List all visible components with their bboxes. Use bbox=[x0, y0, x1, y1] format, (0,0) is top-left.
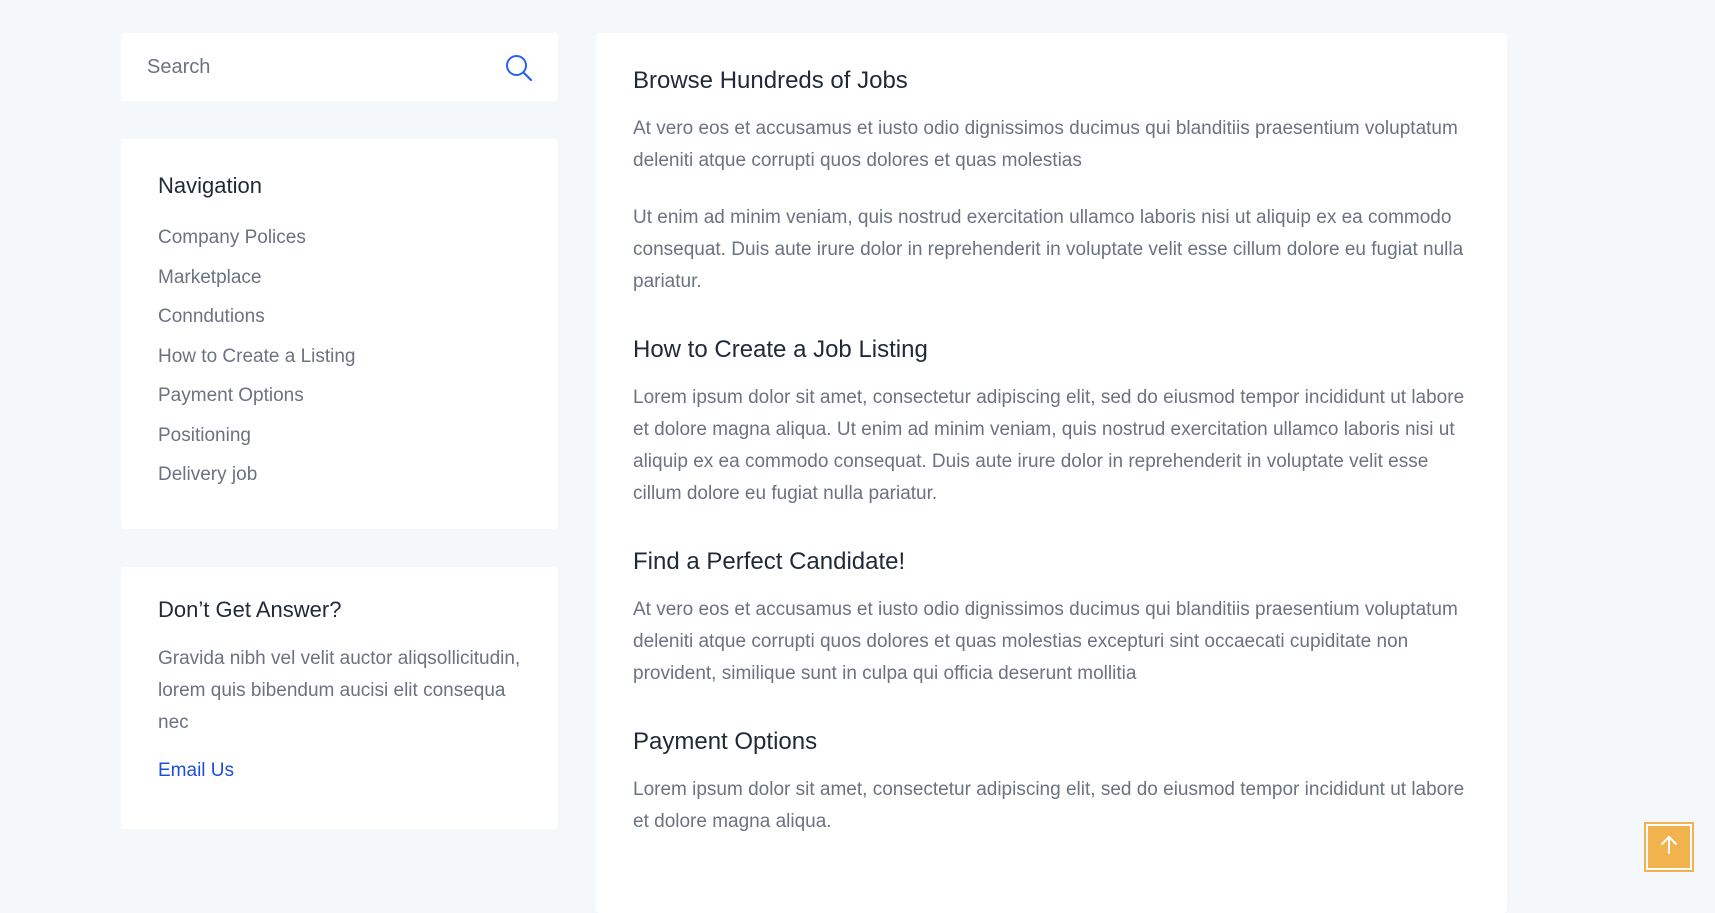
search-box bbox=[121, 33, 558, 101]
nav-item-delivery-job[interactable]: Delivery job bbox=[158, 460, 521, 500]
email-us-link[interactable]: Email Us bbox=[158, 760, 234, 782]
search-icon[interactable] bbox=[504, 53, 534, 83]
section-paragraph: At vero eos et accusamus et iusto odio d… bbox=[633, 118, 1458, 171]
section-payment-options: Payment Options Lorem ipsum dolor sit am… bbox=[633, 722, 1470, 838]
section-title: How to Create a Job Listing bbox=[633, 336, 928, 363]
nav-item-marketplace[interactable]: Marketplace bbox=[158, 263, 521, 303]
section-paragraph: At vero eos et accusamus et iusto odio d… bbox=[633, 599, 1458, 684]
navigation-list: Company Polices Marketplace Conndutions … bbox=[158, 223, 521, 500]
section-title: Find a Perfect Candidate! bbox=[633, 548, 906, 575]
section-create-job-listing: How to Create a Job Listing Lorem ipsum … bbox=[633, 330, 1470, 510]
search-input[interactable] bbox=[147, 55, 487, 79]
section-title: Browse Hundreds of Jobs bbox=[633, 67, 908, 94]
section-perfect-candidate: Find a Perfect Candidate! At vero eos et… bbox=[633, 542, 1470, 690]
section-paragraph: Ut enim ad minim veniam, quis nostrud ex… bbox=[633, 207, 1464, 292]
section-paragraph: Lorem ipsum dolor sit amet, consectetur … bbox=[633, 779, 1465, 832]
help-card: Don’t Get Answer? Gravida nibh vel velit… bbox=[121, 567, 558, 829]
help-text: Gravida nibh vel velit auctor aliqsollic… bbox=[158, 648, 521, 733]
nav-item-conndutions[interactable]: Conndutions bbox=[158, 302, 521, 342]
nav-item-how-to-create-listing[interactable]: How to Create a Listing bbox=[158, 342, 521, 382]
navigation-title: Navigation bbox=[158, 173, 262, 198]
scroll-to-top-button[interactable] bbox=[1644, 822, 1694, 872]
nav-item-positioning[interactable]: Positioning bbox=[158, 421, 521, 461]
section-title: Payment Options bbox=[633, 728, 818, 755]
arrow-up-icon bbox=[1658, 834, 1680, 861]
sidebar: Navigation Company Polices Marketplace C… bbox=[121, 33, 558, 829]
main-content: Browse Hundreds of Jobs At vero eos et a… bbox=[596, 33, 1507, 913]
section-paragraph: Lorem ipsum dolor sit amet, consectetur … bbox=[633, 387, 1465, 504]
nav-item-payment-options[interactable]: Payment Options bbox=[158, 381, 521, 421]
navigation-card: Navigation Company Polices Marketplace C… bbox=[121, 139, 558, 529]
nav-item-company-polices[interactable]: Company Polices bbox=[158, 223, 521, 263]
section-browse-jobs: Browse Hundreds of Jobs At vero eos et a… bbox=[633, 61, 1470, 298]
help-title: Don’t Get Answer? bbox=[158, 597, 342, 622]
